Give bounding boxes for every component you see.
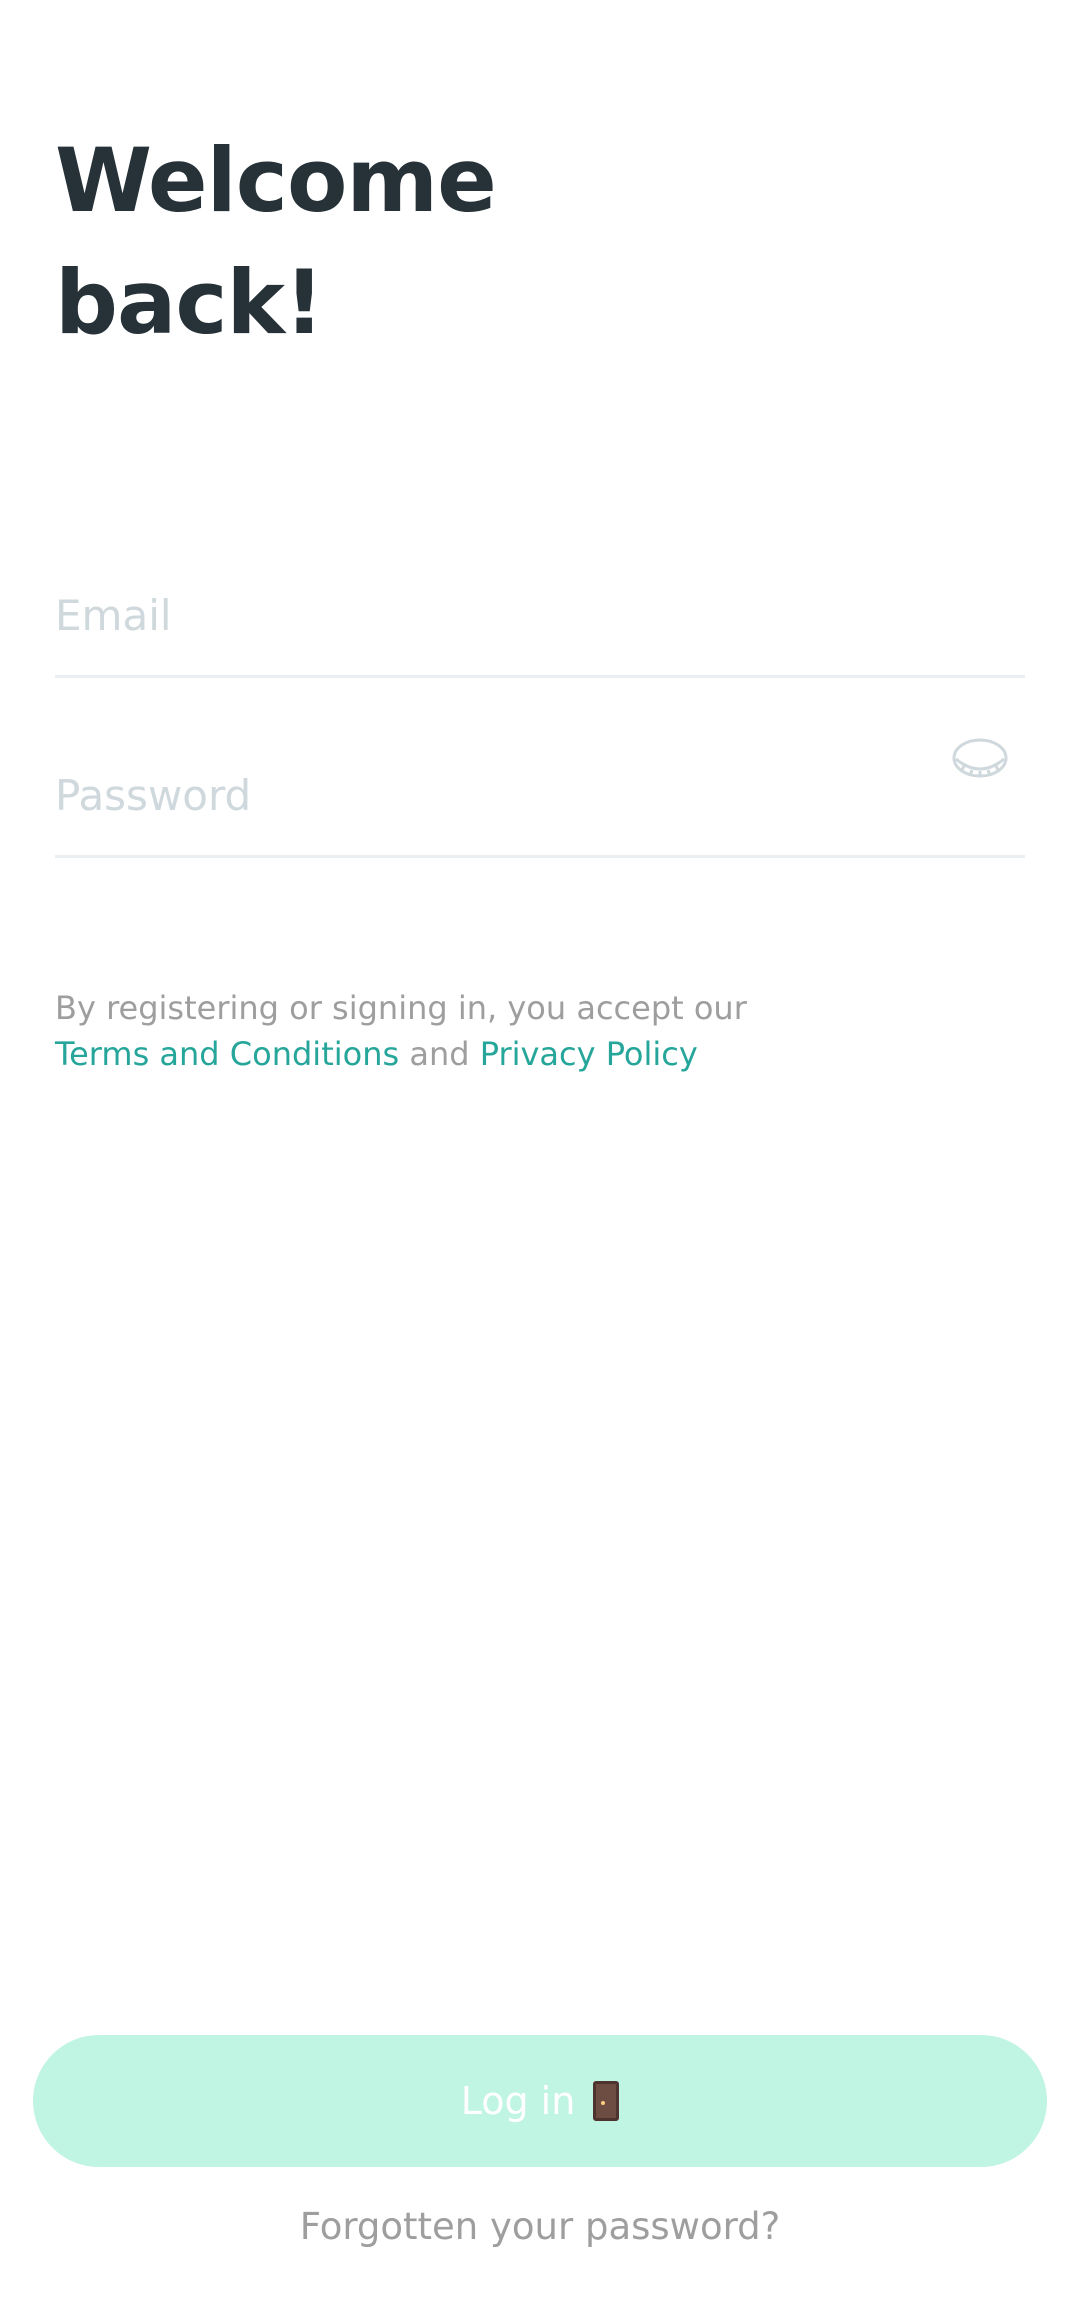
forgot-password-link[interactable]: Forgotten your password? xyxy=(0,2205,1080,2248)
door-icon xyxy=(593,2081,620,2121)
eye-closed-icon[interactable] xyxy=(950,733,1010,783)
password-input[interactable] xyxy=(55,755,915,835)
email-field-container xyxy=(55,575,1025,678)
login-button[interactable]: Log in xyxy=(33,2035,1047,2167)
legal-conjunction: and xyxy=(409,1035,470,1073)
terms-link[interactable]: Terms and Conditions xyxy=(55,1035,399,1073)
legal-notice: By registering or signing in, you accept… xyxy=(55,985,1015,1077)
email-input[interactable] xyxy=(55,575,915,655)
password-field-container xyxy=(55,738,1025,858)
privacy-link[interactable]: Privacy Policy xyxy=(480,1035,698,1073)
page-title: Welcome back! xyxy=(55,120,855,364)
page-title-line-2: back! xyxy=(55,251,324,354)
legal-prefix: By registering or signing in, you accept… xyxy=(55,989,747,1027)
login-button-label: Log in xyxy=(460,2079,576,2123)
page-title-line-1: Welcome xyxy=(55,129,497,232)
